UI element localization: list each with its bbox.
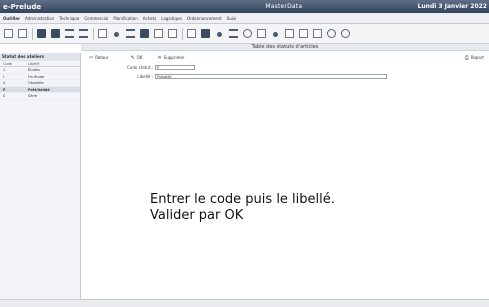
toolbar-divider	[32, 27, 33, 40]
status-bar	[0, 299, 489, 307]
row-code: 4	[3, 81, 6, 85]
signature-icon[interactable]	[285, 29, 294, 38]
menu-bar: Outiller Administration Technique Commer…	[0, 13, 489, 24]
row-label: Études	[28, 68, 41, 72]
delete-label: Supprimer	[163, 55, 185, 60]
settings-icon[interactable]	[154, 29, 163, 38]
back-label: Retour	[95, 55, 109, 60]
row-code: P	[3, 87, 6, 92]
column-header-code[interactable]: Code	[0, 61, 28, 66]
filter-icon[interactable]	[79, 29, 88, 38]
row-code: 1	[3, 68, 6, 72]
row-code: I	[3, 74, 5, 79]
tools-icon[interactable]	[257, 29, 266, 38]
row-label: Fin étude	[28, 74, 45, 79]
table-row[interactable]: S Série	[0, 93, 80, 100]
report-button[interactable]: ⎙ Report	[465, 55, 484, 61]
print-preview-icon[interactable]	[313, 29, 322, 38]
copy-icon[interactable]	[299, 29, 308, 38]
pen-icon: ✎	[130, 54, 135, 61]
toolbar	[0, 24, 489, 44]
record-icon[interactable]	[114, 32, 119, 37]
row-code: S	[3, 94, 6, 98]
date-display: Lundi 3 Janvier 2022	[417, 3, 487, 10]
code-input[interactable]	[155, 65, 195, 70]
label-row: Libellé :	[85, 74, 387, 79]
libelle-input[interactable]	[155, 74, 387, 79]
info-icon[interactable]	[217, 32, 222, 37]
toolbar-divider	[93, 27, 94, 40]
window-icon[interactable]	[187, 29, 196, 38]
sidebar-title: Statut des ateliers	[0, 53, 80, 61]
toolbar-divider	[182, 27, 183, 40]
report-icon: ⎙	[464, 54, 469, 61]
chart-icon[interactable]	[140, 29, 149, 38]
row-label: Obsolète	[28, 81, 44, 85]
row-label: Série	[28, 94, 37, 98]
back-arrow-icon: ⇦	[89, 54, 94, 61]
module-title: MasterData	[265, 3, 303, 10]
sidebar: Statut des ateliers Code Libellé 1 Étude…	[0, 53, 81, 299]
ok-button[interactable]: ✎ OK	[130, 55, 142, 61]
menu-item-administration[interactable]: Administration	[25, 16, 54, 21]
grid-icon[interactable]	[98, 29, 107, 38]
help-text: Entrer le code puis le libellé. Valider …	[150, 192, 335, 223]
menu-item-achats[interactable]: Achats	[143, 16, 157, 21]
report-label: Report	[470, 55, 484, 60]
column-header-label[interactable]: Libellé	[28, 61, 80, 66]
code-label: Code statut :	[127, 65, 153, 70]
menu-icon[interactable]	[126, 29, 135, 38]
delete-button[interactable]: ✕ Supprimer	[157, 55, 184, 61]
help-icon[interactable]	[327, 29, 336, 38]
row-label: Prêt/Validé	[28, 87, 50, 92]
search-icon[interactable]	[243, 29, 252, 38]
action-bar: ⇦ Retour ✎ OK ✕ Supprimer ⎙ Report	[84, 53, 489, 62]
menu-item-suivi[interactable]: Suivi	[227, 16, 237, 21]
alert-icon[interactable]	[273, 32, 278, 37]
libelle-label: Libellé :	[137, 74, 153, 79]
menu-item-technique[interactable]: Technique	[59, 16, 79, 21]
pin-icon[interactable]	[341, 29, 350, 38]
back-button[interactable]: ⇦ Retour	[89, 55, 108, 61]
tag-icon[interactable]	[201, 29, 210, 38]
new-icon[interactable]	[4, 29, 13, 38]
menu-item-commercial[interactable]: Commercial	[84, 16, 108, 21]
stop-icon[interactable]	[168, 29, 177, 38]
table-icon[interactable]	[229, 29, 238, 38]
menu-item-ordonnancement[interactable]: Ordonnancement	[187, 16, 222, 21]
app-title: e-Prelude	[3, 2, 42, 11]
delete-icon: ✕	[157, 54, 162, 61]
page-title: Table des statuts d'articles	[81, 44, 489, 51]
code-row: Code statut :	[85, 65, 195, 70]
edit-icon[interactable]	[51, 29, 60, 38]
title-bar: e-Prelude MasterData Lundi 3 Janvier 202…	[0, 0, 489, 13]
save-icon[interactable]	[37, 29, 46, 38]
list-icon[interactable]	[65, 29, 74, 38]
menu-item-outiller[interactable]: Outiller	[3, 16, 20, 21]
menu-item-planification[interactable]: Planification	[113, 16, 137, 21]
print-icon[interactable]	[18, 29, 27, 38]
menu-item-logistique[interactable]: Logistique	[161, 16, 182, 21]
ok-label: OK	[136, 55, 143, 60]
